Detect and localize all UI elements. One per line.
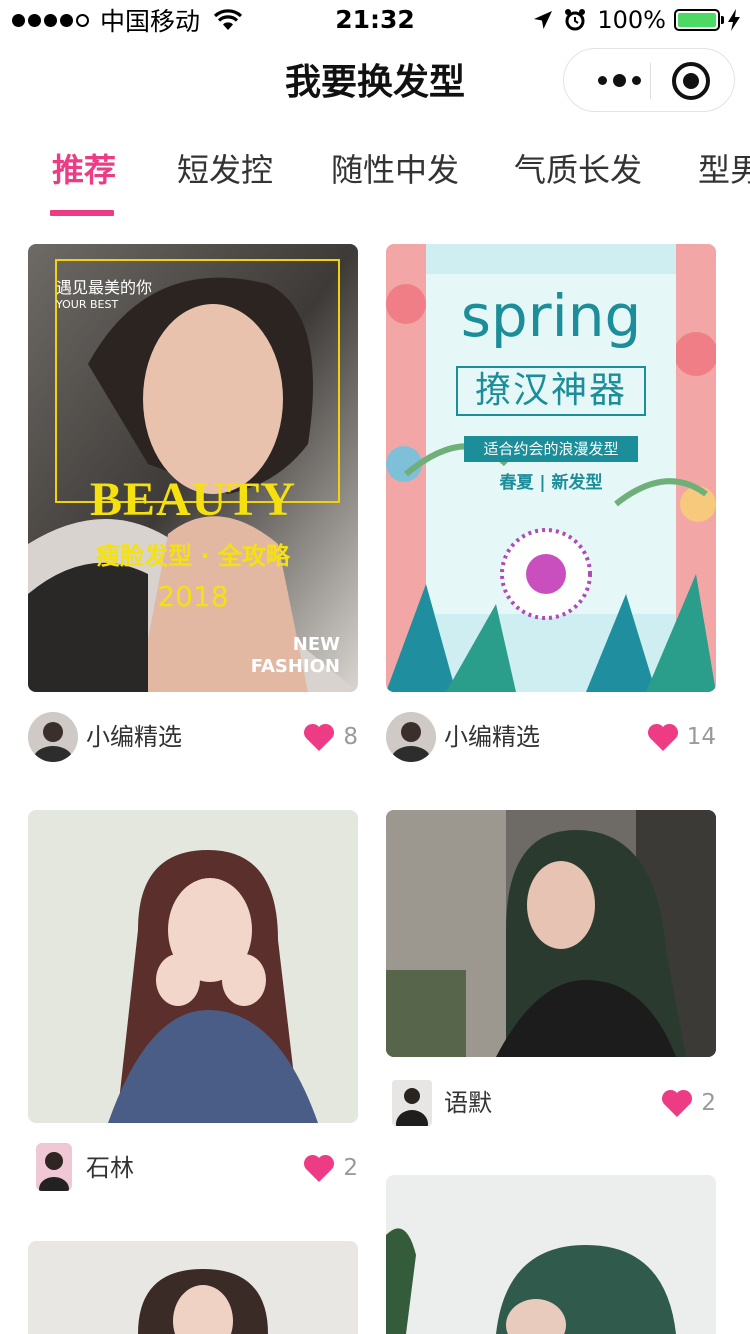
heart-icon (662, 1089, 693, 1117)
tab-long-hair[interactable]: 气质长发 (514, 150, 642, 190)
like-count: 2 (343, 1155, 358, 1181)
author-avatar[interactable] (36, 1143, 72, 1191)
close-target-icon[interactable] (672, 62, 710, 100)
post-meta: 石林 2 (28, 1143, 358, 1193)
more-dot-icon (612, 73, 626, 87)
post-meta: 小编精选 14 (386, 712, 716, 762)
category-tabs: 推荐 短发控 随性中发 气质长发 型男 (0, 140, 750, 220)
hairstyle-photo (386, 810, 716, 1057)
post-photo[interactable] (386, 1175, 716, 1334)
poster-banner: 适合约会的浪漫发型 (464, 436, 638, 462)
poster-headline: BEAUTY (89, 473, 297, 526)
tab-recommended[interactable]: 推荐 (52, 150, 116, 190)
poster-headline: spring (460, 282, 642, 350)
like-button[interactable]: 8 (303, 712, 358, 762)
like-count: 8 (343, 724, 358, 750)
post-meta: 语默 2 (386, 1078, 716, 1128)
post-photo[interactable]: 遇见最美的你 YOUR BEST BEAUTY 瘦脸发型 · 全攻略 2018 … (28, 244, 358, 692)
author-name[interactable]: 小编精选 (444, 712, 540, 762)
charging-bolt-icon (728, 9, 740, 31)
status-bar: 中国移动 21:32 100% (0, 0, 750, 40)
post-photo[interactable] (28, 810, 358, 1123)
author-avatar[interactable] (386, 712, 436, 762)
alarm-icon (565, 9, 586, 31)
poster-badge-line: FASHION (250, 656, 340, 677)
battery-icon (674, 9, 724, 31)
poster-title: 撩汉神器 (456, 366, 646, 416)
like-count: 2 (701, 1090, 716, 1116)
like-button[interactable]: 2 (661, 1078, 716, 1128)
status-right: 100% (533, 4, 740, 36)
poster-tag-cn: 遇见最美的你 (56, 278, 153, 297)
poster-year: 2018 (157, 580, 229, 613)
heart-icon (304, 1154, 335, 1182)
beauty-poster-image (28, 244, 358, 692)
author-avatar[interactable] (392, 1080, 432, 1126)
poster-subtitle: 瘦脸发型 · 全攻略 (96, 542, 290, 570)
poster-badge: NEW FASHION (251, 634, 340, 678)
more-menu-button[interactable] (588, 49, 650, 111)
post-photo[interactable]: spring 撩汉神器 适合约会的浪漫发型 春夏 | 新发型 (386, 244, 716, 692)
like-count: 14 (686, 724, 716, 750)
battery-percent: 100% (597, 6, 666, 34)
post-photo[interactable] (28, 1241, 358, 1334)
mini-program-capsule (563, 48, 735, 112)
nav-bar: 我要换发型 (0, 40, 750, 128)
more-dot-icon (631, 75, 641, 85)
heart-icon (647, 723, 678, 751)
post-meta: 小编精选 8 (28, 712, 358, 762)
hairstyle-photo (28, 1241, 358, 1334)
poster-line: 春夏 | 新发型 (499, 473, 603, 493)
post-photo[interactable] (386, 810, 716, 1057)
hairstyle-photo (28, 810, 358, 1123)
poster-badge-line: NEW (292, 634, 340, 655)
author-name[interactable]: 小编精选 (86, 712, 182, 762)
tab-men[interactable]: 型男 (698, 150, 750, 190)
tab-active-indicator (50, 210, 114, 216)
heart-icon (304, 723, 335, 751)
author-name[interactable]: 语默 (444, 1078, 492, 1128)
like-button[interactable]: 14 (647, 712, 716, 762)
like-button[interactable]: 2 (303, 1143, 358, 1193)
hairstyle-photo (386, 1175, 716, 1334)
capsule-divider (650, 63, 651, 99)
tab-medium-hair[interactable]: 随性中发 (331, 150, 459, 190)
author-name[interactable]: 石林 (86, 1143, 134, 1193)
location-arrow-icon (534, 11, 553, 29)
poster-tag-en: YOUR BEST (56, 298, 119, 311)
author-avatar[interactable] (28, 712, 78, 762)
tab-short-hair[interactable]: 短发控 (177, 150, 273, 190)
more-dot-icon (597, 75, 607, 85)
